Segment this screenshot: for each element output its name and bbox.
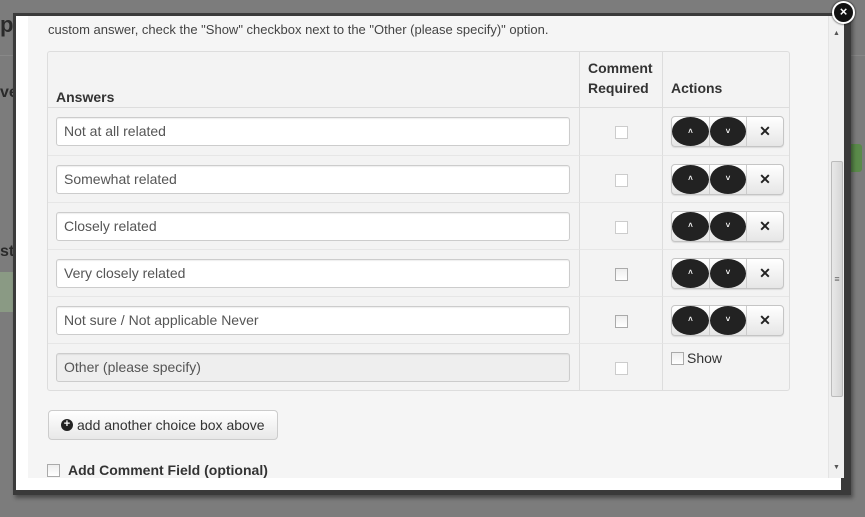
table-row: Closely related ˄ ˅ ✕ — [48, 202, 789, 249]
remove-button[interactable]: ✕ — [746, 258, 783, 288]
scrollbar[interactable]: ▲ ≡ ▼ — [828, 16, 844, 478]
chevron-circle-up-icon: ˄ — [672, 305, 709, 335]
add-comment-label: Add Comment Field (optional) — [68, 462, 268, 478]
table-row-other: Other (please specify) Show — [48, 343, 789, 390]
move-down-button[interactable]: ˅ — [709, 117, 746, 146]
move-up-button[interactable]: ˄ — [672, 305, 709, 335]
remove-button[interactable]: ✕ — [746, 211, 783, 241]
row-actions: ˄ ˅ ✕ — [671, 163, 784, 195]
show-label: Show — [687, 350, 723, 367]
table-row: Not at all related ˄ ˅ ✕ — [48, 108, 789, 155]
chevron-circle-down-icon: ˅ — [710, 117, 746, 146]
header-actions: Actions — [662, 52, 789, 108]
add-comment-field-option[interactable]: Add Comment Field (optional) — [47, 462, 268, 478]
answer-input[interactable]: Somewhat related — [56, 164, 570, 194]
chevron-circle-up-icon: ˄ — [672, 164, 709, 194]
add-comment-checkbox[interactable] — [47, 463, 60, 477]
comment-required-checkbox[interactable] — [614, 314, 628, 328]
header-comment-required: Comment Required — [579, 52, 662, 108]
remove-button[interactable]: ✕ — [746, 305, 783, 335]
chevron-circle-down-icon: ˅ — [710, 211, 746, 241]
background-alert — [0, 272, 14, 312]
other-answer-input: Other (please specify) — [56, 352, 570, 382]
table-row: Not sure / Not applicable Never ˄ ˅ ✕ — [48, 296, 789, 343]
scroll-up-arrow-icon[interactable]: ▲ — [833, 30, 840, 37]
comment-required-checkbox[interactable] — [614, 173, 628, 187]
move-up-button[interactable]: ˄ — [672, 164, 709, 194]
move-up-button[interactable]: ˄ — [672, 258, 709, 288]
instructions-text: custom answer, check the "Show" checkbox… — [48, 22, 549, 37]
row-actions: ˄ ˅ ✕ — [671, 210, 784, 242]
scroll-down-arrow-icon[interactable]: ▼ — [833, 464, 840, 471]
plus-circle-icon: + — [61, 419, 73, 431]
move-down-button[interactable]: ˅ — [709, 164, 746, 194]
x-icon: ✕ — [759, 264, 771, 281]
table-row: Somewhat related ˄ ˅ ✕ — [48, 155, 789, 202]
chevron-circle-up-icon: ˄ — [672, 211, 709, 241]
scrollbar-thumb[interactable]: ≡ — [831, 161, 843, 397]
chevron-circle-down-icon: ˅ — [710, 305, 746, 335]
show-other-option[interactable]: Show — [671, 350, 722, 366]
move-up-button[interactable]: ˄ — [672, 117, 709, 146]
row-actions: ˄ ˅ ✕ — [671, 304, 784, 336]
background-text: p — [0, 12, 14, 37]
comment-required-checkbox[interactable] — [614, 361, 628, 375]
close-icon[interactable]: × — [832, 1, 855, 24]
modal-content: custom answer, check the "Show" checkbox… — [28, 16, 828, 478]
show-checkbox[interactable] — [671, 351, 684, 365]
remove-button[interactable]: ✕ — [746, 117, 783, 146]
chevron-circle-up-icon: ˄ — [672, 258, 709, 288]
comment-required-checkbox[interactable] — [614, 126, 628, 140]
modal-dialog: custom answer, check the "Show" checkbox… — [13, 13, 851, 495]
answer-input[interactable]: Not sure / Not applicable Never — [56, 305, 570, 335]
add-choice-label: add another choice box above — [77, 417, 265, 433]
chevron-circle-up-icon: ˄ — [672, 117, 709, 146]
move-up-button[interactable]: ˄ — [672, 211, 709, 241]
x-icon: ✕ — [759, 311, 771, 328]
row-actions: ˄ ˅ ✕ — [671, 116, 784, 147]
chevron-circle-down-icon: ˅ — [710, 164, 746, 194]
move-down-button[interactable]: ˅ — [709, 258, 746, 288]
answers-table: Answers Comment Required Actions Not at … — [47, 51, 790, 391]
remove-button[interactable]: ✕ — [746, 164, 783, 194]
table-row: Very closely related ˄ ˅ ✕ — [48, 249, 789, 296]
chevron-circle-down-icon: ˅ — [710, 258, 746, 288]
x-icon: ✕ — [759, 123, 771, 139]
row-actions: ˄ ˅ ✕ — [671, 257, 784, 289]
header-answers: Answers — [48, 52, 579, 108]
x-icon: ✕ — [759, 217, 771, 234]
answer-input[interactable]: Not at all related — [56, 117, 570, 146]
add-choice-button[interactable]: + add another choice box above — [48, 410, 278, 440]
move-down-button[interactable]: ˅ — [709, 211, 746, 241]
x-icon: ✕ — [759, 170, 771, 187]
comment-required-checkbox[interactable] — [614, 267, 628, 281]
comment-required-checkbox[interactable] — [614, 220, 628, 234]
move-down-button[interactable]: ˅ — [709, 305, 746, 335]
answer-input[interactable]: Closely related — [56, 211, 570, 241]
answer-input[interactable]: Very closely related — [56, 258, 570, 288]
